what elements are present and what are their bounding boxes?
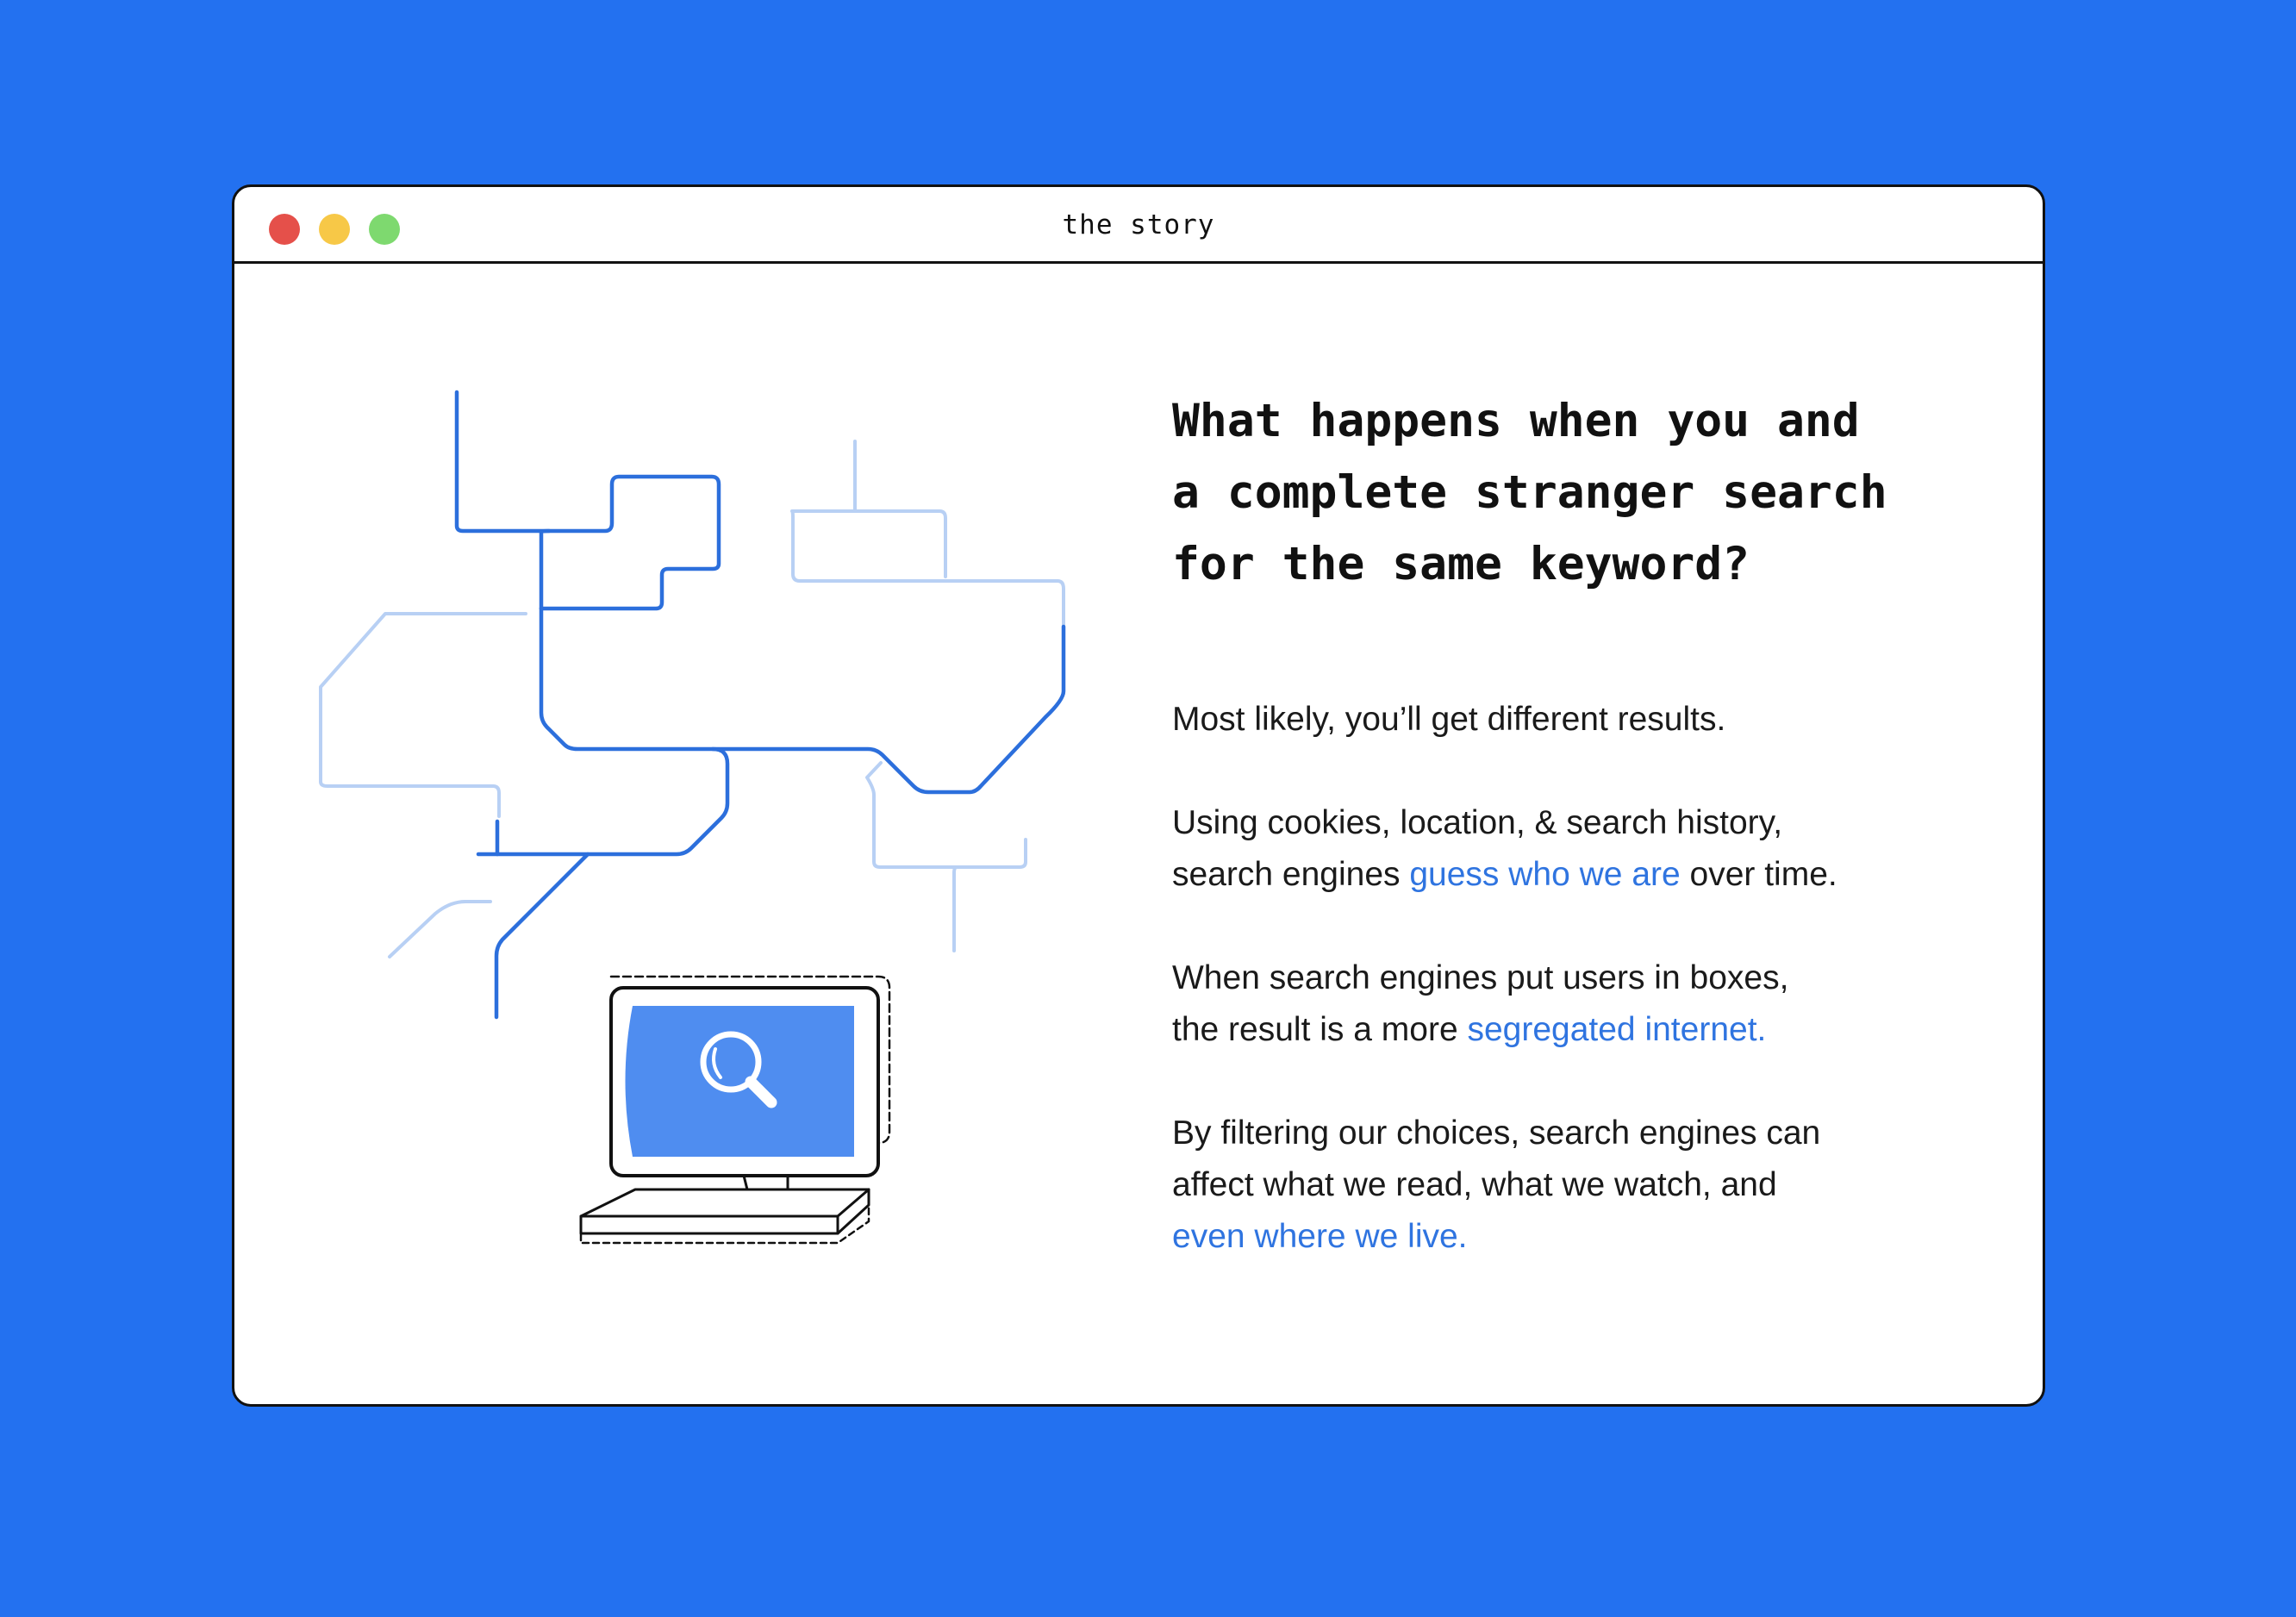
- paragraph-line: search engines guess who we are over tim…: [1172, 849, 2000, 901]
- headline-line: What happens when you and: [1172, 395, 1860, 447]
- boxes-paragraph: When search engines put users in boxes, …: [1172, 952, 2000, 1056]
- network-lines-dark: [454, 390, 1066, 1020]
- filtering-paragraph: By filtering our choices, search engines…: [1172, 1108, 2000, 1263]
- paragraph-line: the result is a more segregated internet…: [1172, 1004, 2000, 1056]
- window-titlebar: the story: [234, 187, 2043, 264]
- paragraph-line: Using cookies, location, & search histor…: [1172, 804, 1783, 841]
- headline-line: for the same keyword?: [1172, 538, 1750, 590]
- guess-who-we-are-link[interactable]: guess who we are: [1409, 856, 1680, 893]
- paragraph-line: When search engines put users in boxes,: [1172, 959, 1789, 996]
- paragraph-line: affect what we read, what we watch, and: [1172, 1166, 1777, 1203]
- paragraph-text: over time.: [1680, 856, 1837, 893]
- paragraph-line: Most likely, you’ll get different result…: [1172, 701, 1726, 738]
- window-title: the story: [1062, 209, 1215, 240]
- page-headline: What happens when you and a complete str…: [1172, 385, 2017, 600]
- computer: [579, 975, 891, 1245]
- computer-search-icon: [319, 390, 1066, 1245]
- browser-window: the story What happens when you and a co…: [232, 184, 2045, 1407]
- intro-paragraph: Most likely, you’ll get different result…: [1172, 694, 2000, 746]
- even-where-we-live-link[interactable]: even where we live.: [1172, 1211, 2000, 1263]
- headline-line: a complete stranger search: [1172, 466, 1887, 519]
- paragraph-line: By filtering our choices, search engines…: [1172, 1114, 1821, 1152]
- paragraph-text: search engines: [1172, 856, 1410, 893]
- cookies-paragraph: Using cookies, location, & search histor…: [1172, 797, 2000, 901]
- segregated-internet-link[interactable]: segregated internet.: [1467, 1011, 1766, 1048]
- network-lines-light: [319, 440, 1065, 958]
- paragraph-text: the result is a more: [1172, 1011, 1468, 1048]
